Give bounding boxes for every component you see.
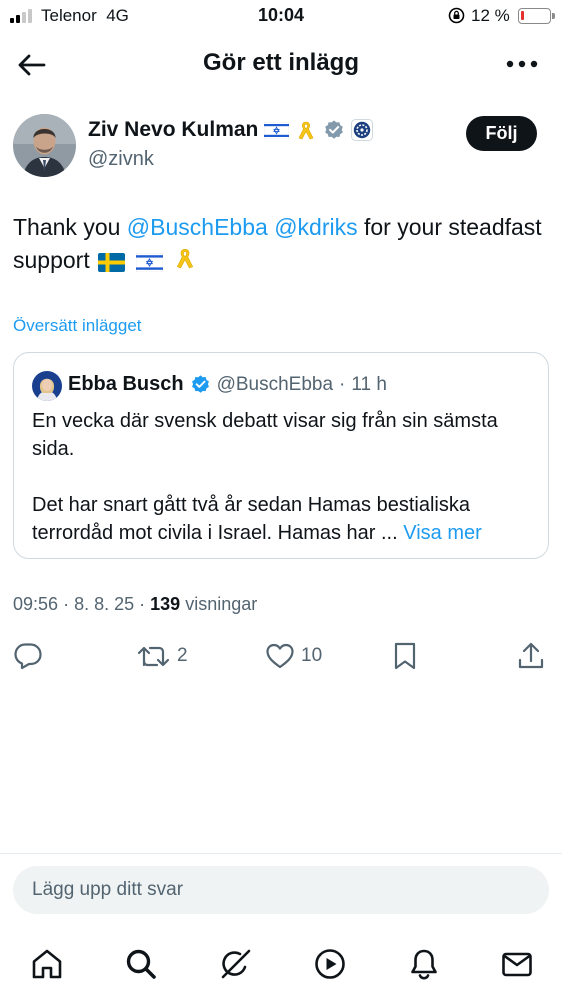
video-icon <box>315 949 345 979</box>
quoted-paragraph-2: Det har snart gått två år sedan Hamas be… <box>32 491 537 547</box>
messages-icon <box>502 952 532 977</box>
reply-button[interactable] <box>13 636 49 676</box>
quoted-author-name: Ebba Busch <box>68 373 184 395</box>
repost-count: 2 <box>177 645 188 666</box>
quoted-post[interactable]: Ebba Busch @BuschEbba · 11 h En vecka dä… <box>13 352 549 559</box>
israel-flag-icon <box>264 121 290 139</box>
view-count: 139 <box>150 594 181 614</box>
author-name[interactable]: Ziv Nevo Kulman <box>88 118 258 142</box>
bookmark-icon <box>394 642 416 670</box>
repost-icon <box>137 646 170 667</box>
like-count: 10 <box>301 645 323 666</box>
author-handle[interactable]: @zivnk <box>88 148 154 171</box>
bottom-navigation <box>0 938 562 990</box>
nav-video[interactable] <box>310 944 350 984</box>
author-name-row: Ziv Nevo Kulman <box>88 118 374 142</box>
quoted-meta-separator: · <box>339 373 346 395</box>
reply-icon <box>14 643 42 670</box>
meta-separator: · <box>63 594 70 614</box>
sweden-flag-icon <box>98 253 126 272</box>
quoted-author-avatar[interactable] <box>32 371 62 401</box>
nav-grok[interactable] <box>215 944 255 984</box>
verified-badge-icon <box>191 375 209 393</box>
author-avatar[interactable] <box>13 114 76 177</box>
mention-link[interactable]: @BuschEbba <box>127 214 268 240</box>
search-icon <box>126 949 156 979</box>
views-label: visningar <box>185 594 258 614</box>
yellow-ribbon-icon <box>176 248 193 269</box>
quoted-author-row: Ebba Busch @BuschEbba · 11 h <box>68 373 387 396</box>
rotation-lock-icon <box>448 7 465 24</box>
nav-messages[interactable] <box>497 944 537 984</box>
repost-button[interactable]: 2 <box>137 636 188 676</box>
quoted-post-text: En vecka där svensk debatt visar sig frå… <box>32 407 537 547</box>
battery-icon <box>518 8 555 24</box>
nav-notifications[interactable] <box>404 944 444 984</box>
grok-icon <box>221 949 251 979</box>
translate-post-link[interactable]: Översätt inlägget <box>13 316 142 336</box>
post-text: Thank you @BuschEbba @kdriks for your st… <box>13 211 543 277</box>
like-button[interactable]: 10 <box>265 636 322 676</box>
quoted-paragraph-1: En vecka där svensk debatt visar sig frå… <box>32 410 498 460</box>
more-options-button[interactable] <box>504 52 540 76</box>
status-bar: Telenor 4G 10:04 12 % <box>0 0 562 32</box>
share-icon <box>518 642 544 669</box>
bookmark-button[interactable] <box>392 636 418 676</box>
heart-icon <box>266 643 294 669</box>
post-date: 8. 8. 25 <box>74 594 135 614</box>
post-metadata: 09:56 · 8. 8. 25 · 139 visningar <box>13 594 257 615</box>
notifications-icon <box>411 949 437 980</box>
battery-percentage: 12 % <box>471 6 510 25</box>
reply-input[interactable]: Lägg upp ditt svar <box>13 866 549 914</box>
action-bar: 2 10 <box>0 636 562 676</box>
mention-link[interactable]: @kdriks <box>274 214 357 240</box>
nav-search[interactable] <box>121 944 161 984</box>
israel-flag-icon <box>135 253 163 272</box>
yellow-ribbon-icon <box>298 121 314 140</box>
follow-button[interactable]: Följ <box>466 116 537 151</box>
government-affiliation-icon <box>351 119 374 141</box>
post-text-prefix: Thank you <box>13 214 127 240</box>
gray-verified-icon <box>325 120 344 139</box>
share-button[interactable] <box>517 636 545 676</box>
header: Gör ett inlägg <box>0 38 562 90</box>
divider <box>0 853 562 854</box>
quoted-author-handle: @BuschEbba <box>216 373 334 395</box>
post-time: 09:56 <box>13 594 59 614</box>
page-title: Gör ett inlägg <box>203 49 359 76</box>
quoted-post-age: 11 h <box>351 373 387 395</box>
nav-home[interactable] <box>27 944 67 984</box>
show-more-link[interactable]: Visa mer <box>403 522 482 544</box>
home-icon <box>32 949 62 979</box>
meta-separator: · <box>139 594 146 614</box>
more-horizontal-icon <box>506 60 538 68</box>
